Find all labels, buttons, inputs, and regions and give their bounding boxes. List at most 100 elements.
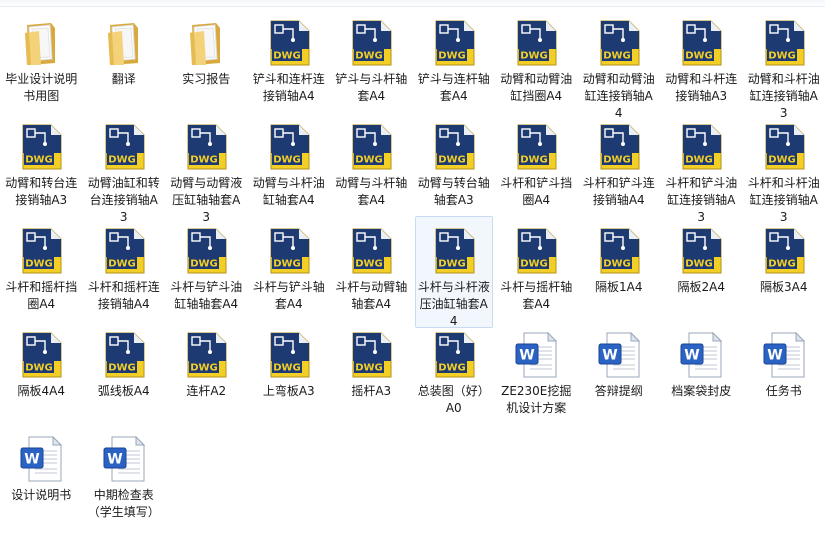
- file-item[interactable]: DWG 弧线板A4: [85, 320, 163, 401]
- file-item[interactable]: DWG 动臂和斗杆油缸连接销轴A3: [745, 8, 823, 123]
- file-name-label: 弧线板A4: [97, 384, 150, 398]
- svg-text:DWG: DWG: [438, 259, 466, 270]
- svg-text:DWG: DWG: [355, 363, 383, 374]
- file-name-label: ZE230E挖掘机设计方案: [501, 384, 572, 415]
- svg-text:DWG: DWG: [25, 155, 53, 166]
- file-item[interactable]: DWG 隔板1A4: [580, 216, 658, 297]
- file-item[interactable]: W 答辩提纲: [580, 320, 658, 401]
- svg-text:DWG: DWG: [768, 51, 796, 62]
- dwg-file-icon: DWG: [182, 227, 230, 275]
- file-item[interactable]: DWG 动臂油缸和转台连接销轴A3: [85, 112, 163, 227]
- dwg-file-icon: DWG: [100, 331, 148, 379]
- dwg-file-icon: DWG: [430, 19, 478, 67]
- file-item[interactable]: DWG 动臂与斗杆轴套A4: [332, 112, 410, 210]
- file-item[interactable]: W 档案袋封皮: [662, 320, 740, 401]
- dwg-file-icon: DWG: [347, 331, 395, 379]
- file-item[interactable]: DWG 铲斗和连杆连接销轴A4: [250, 8, 328, 106]
- file-name-label: 翻译: [111, 72, 136, 86]
- file-item[interactable]: W 任务书: [745, 320, 823, 401]
- dwg-file-icon: DWG: [595, 227, 643, 275]
- dwg-file-icon: DWG: [430, 331, 478, 379]
- word-doc-icon: W: [677, 331, 725, 379]
- file-item[interactable]: DWG 隔板4A4: [2, 320, 80, 401]
- file-icon-grid: 毕业设计说明书用图 翻译 实习报告 DWG 铲斗和连杆连接销轴A4 DWG 铲斗与斗杆轴套A…: [0, 0, 825, 536]
- file-item[interactable]: DWG 斗杆和铲斗连接销轴A4: [580, 112, 658, 210]
- svg-text:DWG: DWG: [355, 155, 383, 166]
- file-item[interactable]: DWG 连杆A2: [167, 320, 245, 401]
- file-item[interactable]: DWG 上弯板A3: [250, 320, 328, 401]
- dwg-file-icon: DWG: [595, 19, 643, 67]
- word-doc-icon: W: [595, 331, 643, 379]
- svg-text:DWG: DWG: [190, 363, 218, 374]
- file-item[interactable]: DWG 斗杆与铲斗轴套A4: [250, 216, 328, 314]
- file-item[interactable]: 翻译: [85, 8, 163, 89]
- file-name-label: 上弯板A3: [262, 384, 315, 398]
- file-name-label: 中期检查表（学生填写）: [87, 488, 160, 519]
- file-item[interactable]: DWG 斗杆和铲斗挡圈A4: [497, 112, 575, 210]
- file-item[interactable]: DWG 摇杆A3: [332, 320, 410, 401]
- file-name-label: 动臂与斗杆轴套A4: [335, 176, 408, 207]
- dwg-file-icon: DWG: [512, 123, 560, 171]
- file-item[interactable]: DWG 动臂与转台轴轴套A3: [415, 112, 493, 210]
- file-name-label: 答辩提纲: [594, 384, 643, 398]
- file-name-label: 隔板1A4: [595, 280, 643, 294]
- file-item[interactable]: DWG 动臂和斗杆连接销轴A3: [662, 8, 740, 106]
- file-item[interactable]: W 中期检查表（学生填写）: [85, 424, 163, 522]
- file-name-label: 隔板2A4: [677, 280, 725, 294]
- dwg-file-icon: DWG: [347, 19, 395, 67]
- dwg-file-icon: DWG: [265, 123, 313, 171]
- file-item[interactable]: 实习报告: [167, 8, 245, 89]
- dwg-file-icon: DWG: [512, 227, 560, 275]
- file-name-label: 总装图（好）A0: [417, 384, 490, 415]
- svg-text:DWG: DWG: [273, 51, 301, 62]
- file-name-label: 斗杆和铲斗连接销轴A4: [582, 176, 655, 207]
- svg-text:DWG: DWG: [438, 363, 466, 374]
- file-name-label: 铲斗和连杆连接销轴A4: [252, 72, 325, 103]
- file-item[interactable]: DWG 斗杆与摇杆轴套A4: [497, 216, 575, 314]
- file-item[interactable]: DWG 斗杆和摇杆连接销轴A4: [85, 216, 163, 314]
- file-name-label: 设计说明书: [11, 488, 72, 502]
- dwg-file-icon: DWG: [677, 227, 725, 275]
- file-item[interactable]: DWG 动臂与斗杆油缸轴套A4: [250, 112, 328, 210]
- dwg-file-icon: DWG: [265, 227, 313, 275]
- file-item[interactable]: DWG 动臂和动臂油缸连接销轴A4: [580, 8, 658, 123]
- file-item[interactable]: DWG 斗杆和铲斗油缸连接销轴A3: [662, 112, 740, 227]
- svg-text:W: W: [767, 348, 782, 364]
- svg-text:DWG: DWG: [603, 259, 631, 270]
- file-name-label: 铲斗与连杆轴套A4: [417, 72, 490, 103]
- svg-text:DWG: DWG: [768, 259, 796, 270]
- file-item[interactable]: DWG 铲斗与连杆轴套A4: [415, 8, 493, 106]
- file-name-label: 连杆A2: [186, 384, 227, 398]
- word-doc-icon: W: [100, 435, 148, 483]
- file-item[interactable]: DWG 斗杆与铲斗油缸轴轴套A4: [167, 216, 245, 314]
- file-name-label: 斗杆与动臂轴轴套A4: [335, 280, 408, 311]
- svg-text:W: W: [107, 452, 122, 468]
- dwg-file-icon: DWG: [595, 123, 643, 171]
- word-doc-icon: W: [512, 331, 560, 379]
- file-name-label: 斗杆与铲斗轴套A4: [252, 280, 325, 311]
- svg-text:DWG: DWG: [520, 155, 548, 166]
- svg-text:DWG: DWG: [25, 259, 53, 270]
- svg-text:DWG: DWG: [520, 51, 548, 62]
- file-item[interactable]: DWG 动臂和转台连接销轴A3: [2, 112, 80, 210]
- file-item[interactable]: DWG 斗杆与斗杆液压油缸轴套A4: [414, 216, 493, 328]
- file-item[interactable]: DWG 斗杆和摇杆挡圈A4: [2, 216, 80, 314]
- file-item[interactable]: DWG 隔板2A4: [662, 216, 740, 297]
- file-item[interactable]: DWG 斗杆与动臂轴轴套A4: [332, 216, 410, 314]
- file-item[interactable]: DWG 隔板3A4: [745, 216, 823, 297]
- dwg-file-icon: DWG: [17, 227, 65, 275]
- svg-text:DWG: DWG: [273, 155, 301, 166]
- file-item[interactable]: DWG 总装图（好）A0: [415, 320, 493, 418]
- file-item[interactable]: DWG 斗杆和斗杆油缸连接销轴A3: [745, 112, 823, 227]
- dwg-file-icon: DWG: [17, 123, 65, 171]
- file-item[interactable]: 毕业设计说明书用图: [2, 8, 80, 106]
- file-item[interactable]: DWG 铲斗与斗杆轴套A4: [332, 8, 410, 106]
- svg-text:DWG: DWG: [108, 259, 136, 270]
- svg-text:W: W: [602, 348, 617, 364]
- dwg-file-icon: DWG: [265, 19, 313, 67]
- file-item[interactable]: W ZE230E挖掘机设计方案: [497, 320, 575, 418]
- file-item[interactable]: DWG 动臂和动臂油缸挡圈A4: [497, 8, 575, 106]
- file-name-label: 隔板3A4: [760, 280, 808, 294]
- file-item[interactable]: DWG 动臂与动臂液压缸轴轴套A3: [167, 112, 245, 227]
- file-item[interactable]: W 设计说明书: [2, 424, 80, 505]
